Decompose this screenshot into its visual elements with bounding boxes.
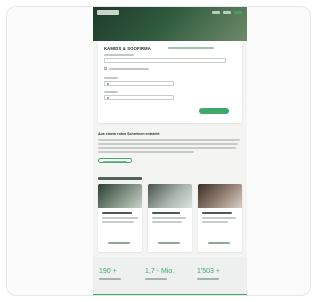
teaser-image — [198, 184, 242, 208]
teaser-link[interactable] — [108, 242, 130, 244]
nav-item[interactable] — [212, 11, 220, 14]
teaser-text — [102, 217, 138, 219]
nav-item[interactable] — [223, 11, 231, 14]
button-label-placeholder — [103, 160, 127, 163]
checkbox-label — [109, 67, 149, 70]
contact-form: KAMIDS & SOOFIRMA — [98, 41, 242, 123]
teaser-card[interactable] — [198, 184, 242, 252]
stat-value: 1,7 - Mio. — [145, 268, 175, 275]
field-label — [104, 91, 118, 93]
section-heading — [98, 177, 142, 180]
stat-item: 1,7 - Mio. — [145, 268, 174, 280]
paragraph-line — [98, 139, 240, 141]
form-title: KAMIDS & SOOFIRMA — [104, 46, 151, 51]
read-more-button[interactable] — [98, 158, 132, 163]
teaser-text — [102, 221, 134, 223]
teaser-text — [152, 217, 186, 219]
webpage-screenshot[interactable]: KAMIDS & SOOFIRMA Aus einem roten Schrei… — [93, 7, 247, 295]
teaser-text — [152, 221, 182, 223]
teaser-card[interactable] — [98, 184, 142, 252]
hero-banner — [93, 7, 247, 41]
teaser-link[interactable] — [158, 242, 180, 244]
teaser-title — [102, 212, 132, 214]
stat-item: 190 + — [99, 268, 121, 280]
calendar-icon — [107, 97, 109, 100]
section-heading: Aus einem roten Schreinen entsteht — [98, 132, 160, 136]
footer-accent-bar — [93, 294, 247, 295]
paragraph-line — [98, 143, 238, 145]
teaser-title — [152, 212, 180, 214]
preview-card: KAMIDS & SOOFIRMA Aus einem roten Schrei… — [6, 6, 311, 296]
stat-caption — [145, 278, 167, 280]
top-navigation — [212, 11, 242, 14]
field-label — [104, 54, 134, 56]
date-field[interactable] — [104, 81, 174, 86]
date-field[interactable] — [104, 95, 174, 100]
site-logo[interactable] — [97, 10, 119, 15]
calendar-icon — [107, 83, 109, 86]
paragraph-line — [98, 147, 236, 149]
checkbox[interactable] — [104, 67, 107, 70]
stat-caption — [99, 278, 121, 280]
stat-item: 1'503 + — [197, 268, 220, 280]
teaser-card[interactable] — [148, 184, 192, 252]
stat-value: 1'503 + — [197, 268, 220, 275]
teaser-image — [148, 184, 192, 208]
nav-cta[interactable] — [234, 11, 242, 14]
submit-button[interactable] — [199, 108, 229, 114]
teaser-title — [202, 212, 232, 214]
teaser-link[interactable] — [208, 242, 230, 244]
stat-caption — [197, 278, 219, 280]
text-field[interactable] — [104, 58, 226, 63]
stats-band: 190 + 1,7 - Mio. 1'503 + — [93, 257, 247, 295]
teaser-image — [98, 184, 142, 208]
stat-value: 190 + — [99, 268, 117, 275]
paragraph-line — [98, 151, 194, 153]
form-subtitle — [168, 47, 214, 50]
teaser-text — [202, 221, 228, 223]
teaser-text — [202, 217, 236, 219]
field-label — [104, 77, 118, 79]
